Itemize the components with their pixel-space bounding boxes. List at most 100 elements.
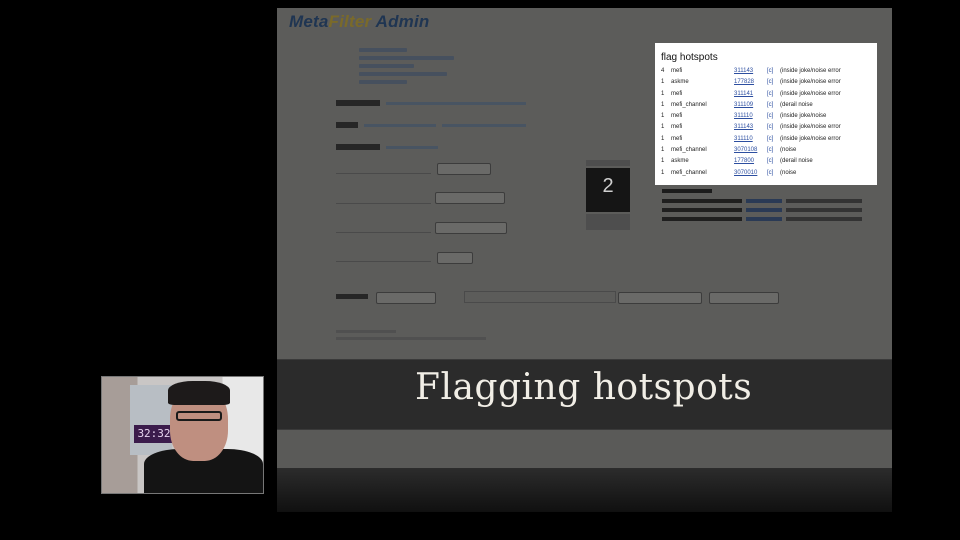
search-input[interactable] bbox=[464, 291, 616, 303]
hotspot-link[interactable]: 177828 bbox=[734, 77, 767, 88]
flag-hotspots-panel: flag hotspots 4 mefi 311143 [c] (inside joke… bbox=[655, 43, 877, 185]
hotspot-reason: (inside joke/noise error bbox=[780, 90, 841, 97]
hotspot-site: mefi bbox=[671, 90, 683, 97]
hotspot-link[interactable]: 3070010 bbox=[734, 168, 767, 179]
hotspot-reason: (derail noise bbox=[780, 158, 813, 165]
recent-flags-block bbox=[662, 189, 862, 226]
tagging-row bbox=[336, 142, 438, 153]
presenter-hair bbox=[168, 381, 230, 405]
hotspot-reason: (inside joke/noise error bbox=[780, 79, 841, 86]
slide-bottom-fade bbox=[277, 468, 892, 512]
hotspot-link[interactable]: 311110 bbox=[734, 111, 767, 122]
hotspot-type[interactable]: [c] bbox=[767, 89, 780, 100]
hotspot-row: 1 mefi 311110 [c] (inside joke/noise error bbox=[661, 134, 871, 145]
admin-input[interactable] bbox=[336, 163, 431, 174]
clock-display: 32:32 bbox=[134, 425, 174, 443]
hotspot-site: mefi bbox=[671, 124, 683, 131]
hotspot-reason: (noise bbox=[780, 169, 797, 176]
hotspot-rank: 1 bbox=[661, 90, 665, 97]
list-item bbox=[662, 208, 862, 212]
bookshelf bbox=[130, 385, 172, 455]
hotspot-link[interactable]: 311110 bbox=[734, 134, 767, 145]
hotspot-rank: 1 bbox=[661, 79, 665, 86]
pending-row bbox=[336, 98, 526, 109]
list-item[interactable] bbox=[359, 80, 407, 84]
hotspot-rank: 1 bbox=[661, 158, 665, 165]
hotspot-type[interactable]: [c] bbox=[767, 168, 780, 179]
hotspot-type[interactable]: [c] bbox=[767, 77, 780, 88]
hotspot-row: 1 mefi 311141 [c] (inside joke/noise error bbox=[661, 89, 871, 100]
metafilter-admin-logo: MetaFilter Admin bbox=[289, 12, 430, 31]
list-item bbox=[662, 217, 862, 221]
hotspot-rank: 1 bbox=[661, 124, 665, 131]
list-item[interactable] bbox=[359, 48, 407, 52]
hotspot-reason: (inside joke/noise error bbox=[780, 68, 841, 74]
hotspot-reason: (derail noise bbox=[780, 101, 813, 108]
admin-input[interactable] bbox=[336, 222, 431, 233]
hotspot-type[interactable]: [c] bbox=[767, 145, 780, 156]
hotspot-row: 1 mefi_channel 3070010 [c] (noise bbox=[661, 168, 871, 179]
list-item[interactable] bbox=[359, 56, 454, 60]
search-button[interactable] bbox=[709, 292, 779, 304]
footer-text bbox=[336, 326, 486, 344]
glasses bbox=[176, 411, 222, 421]
hotspot-rank: 1 bbox=[661, 147, 665, 154]
counter-header bbox=[586, 160, 630, 166]
panel-title: flag hotspots bbox=[661, 52, 718, 63]
hotspot-row: 1 mefi 311143 [c] (inside joke/noise error bbox=[661, 122, 871, 133]
hotspot-site: mefi bbox=[671, 113, 683, 120]
hotspot-rank: 1 bbox=[661, 169, 665, 176]
hotspot-row: 1 mefi 311110 [c] (inside joke/noise bbox=[661, 111, 871, 122]
hotspot-rank: 1 bbox=[661, 113, 665, 120]
hotspot-link[interactable]: 311143 bbox=[734, 66, 767, 77]
hotspot-link[interactable]: 311141 bbox=[734, 89, 767, 100]
hotspot-type[interactable]: [c] bbox=[767, 100, 780, 111]
search-scope-select[interactable] bbox=[618, 292, 702, 304]
admin-button[interactable] bbox=[437, 163, 491, 175]
hotspot-site: mefi_channel bbox=[671, 101, 707, 108]
hotspot-site: mefi bbox=[671, 68, 683, 74]
admin-button[interactable] bbox=[435, 192, 505, 204]
hotspot-reason: (inside joke/noise error bbox=[780, 135, 841, 142]
list-item[interactable] bbox=[359, 72, 447, 76]
hotspot-type[interactable]: [c] bbox=[767, 156, 780, 167]
hotspot-site: mefi_channel bbox=[671, 169, 707, 176]
hotspot-row: 1 mefi_channel 311109 [c] (derail noise bbox=[661, 100, 871, 111]
flag-counter: 2 bbox=[586, 168, 630, 212]
hotspot-reason: (inside joke/noise bbox=[780, 113, 827, 120]
hotspot-link[interactable]: 311143 bbox=[734, 122, 767, 133]
faq-row bbox=[336, 120, 526, 131]
admin-link-list bbox=[359, 44, 454, 88]
search-type-select[interactable] bbox=[376, 292, 436, 304]
admin-input[interactable] bbox=[336, 251, 431, 262]
hotspot-type[interactable]: [c] bbox=[767, 122, 780, 133]
counter-footer bbox=[586, 214, 630, 230]
hotspot-rank: 1 bbox=[661, 101, 665, 108]
hotspot-site: mefi bbox=[671, 135, 683, 142]
hotspot-reason: (inside joke/noise error bbox=[780, 124, 841, 131]
hotspot-row: 1 askme 177800 [c] (derail noise bbox=[661, 156, 871, 167]
slide-lower-area bbox=[277, 430, 892, 468]
list-item bbox=[662, 199, 862, 203]
hotspot-rank: 4 bbox=[661, 68, 665, 74]
admin-button[interactable] bbox=[437, 252, 473, 264]
hotspot-link[interactable]: 3070108 bbox=[734, 145, 767, 156]
webcam-feed: 32:32 bbox=[101, 376, 264, 494]
hotspot-site: askme bbox=[671, 79, 689, 86]
hotspot-row: 1 mefi_channel 3070108 [c] (noise bbox=[661, 145, 871, 156]
search-label bbox=[336, 294, 368, 299]
admin-input[interactable] bbox=[336, 193, 431, 204]
hotspot-site: askme bbox=[671, 158, 689, 165]
hotspot-list: 4 mefi 311143 [c] (inside joke/noise error 1 a… bbox=[661, 66, 871, 179]
hotspot-type[interactable]: [c] bbox=[767, 134, 780, 145]
hotspot-row: 1 askme 177828 [c] (inside joke/noise error bbox=[661, 77, 871, 88]
hotspot-reason: (noise bbox=[780, 147, 797, 154]
admin-button[interactable] bbox=[435, 222, 507, 234]
hotspot-link[interactable]: 311109 bbox=[734, 100, 767, 111]
hotspot-rank: 1 bbox=[661, 135, 665, 142]
hotspot-type[interactable]: [c] bbox=[767, 111, 780, 122]
hotspot-site: mefi_channel bbox=[671, 147, 707, 154]
hotspot-link[interactable]: 177800 bbox=[734, 156, 767, 167]
hotspot-type[interactable]: [c] bbox=[767, 66, 780, 77]
list-item[interactable] bbox=[359, 64, 414, 68]
